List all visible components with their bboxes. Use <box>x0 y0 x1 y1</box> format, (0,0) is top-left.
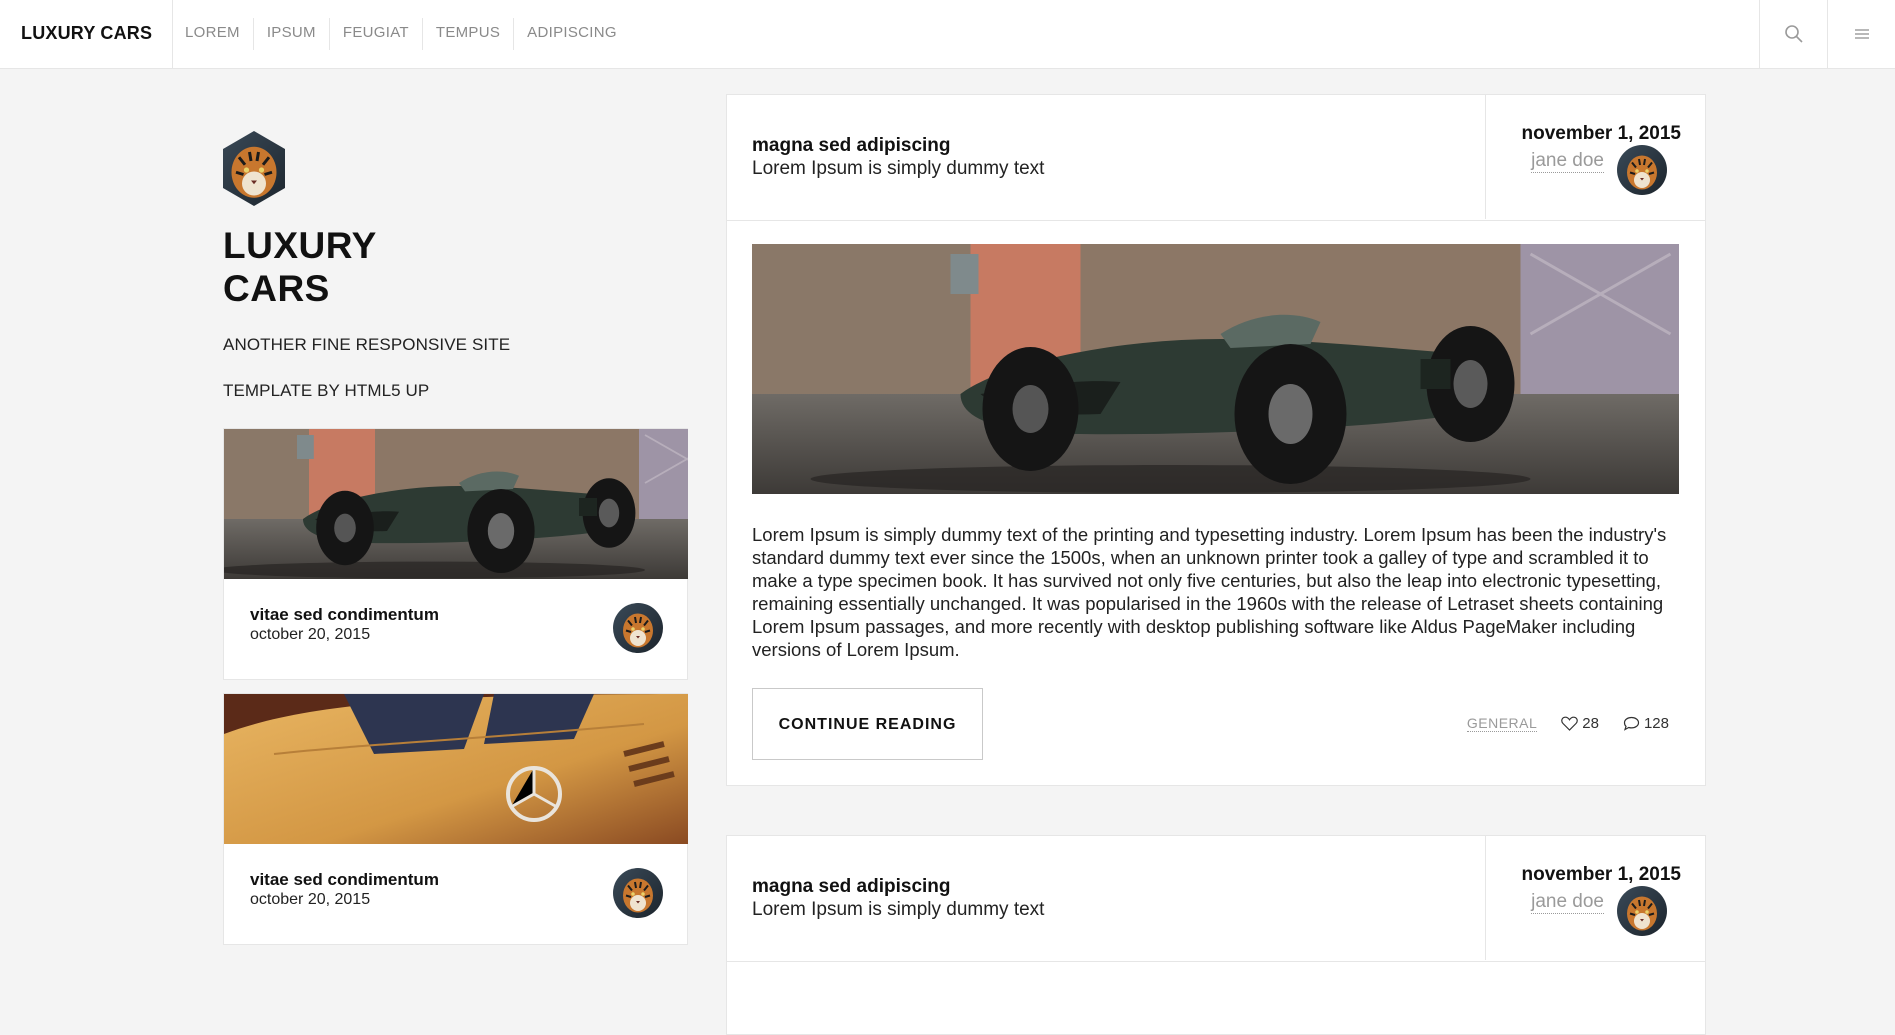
comments-count: 128 <box>1643 715 1669 732</box>
continue-reading-button[interactable]: CONTINUE READING <box>752 688 983 760</box>
comments-counter[interactable]: 128 <box>1623 715 1669 732</box>
search-button[interactable] <box>1759 0 1827 68</box>
post-title[interactable]: magna sed adipiscing <box>752 135 951 157</box>
nav-link-ipsum[interactable]: IPSUM <box>254 18 330 50</box>
author-avatar[interactable] <box>1617 886 1667 936</box>
site-title-line2: CARS <box>223 268 330 309</box>
sidebar-post-image[interactable] <box>224 429 688 579</box>
post-date: november 1, 2015 <box>1521 123 1681 144</box>
post-header: magna sed adipiscing Lorem Ipsum is simp… <box>727 95 1705 221</box>
blog-post: magna sed adipiscing Lorem Ipsum is simp… <box>726 94 1706 786</box>
post-excerpt: Lorem Ipsum is simply dummy text of the … <box>752 524 1667 660</box>
tagline-1: ANOTHER FINE RESPONSIVE SITE <box>223 335 511 354</box>
sidebar-post-card[interactable]: vitae sed condimentum october 20, 2015 <box>223 428 688 680</box>
post-category-link[interactable]: GENERAL <box>1466 715 1538 732</box>
sidebar-post-meta: vitae sed condimentum october 20, 2015 <box>224 579 687 679</box>
menu-icon <box>1854 29 1869 39</box>
nav-link-lorem[interactable]: LOREM <box>172 18 254 50</box>
site-title-line1: LUXURY <box>223 225 377 266</box>
main-nav: LOREM IPSUM FEUGIAT TEMPUS ADIPISCING <box>172 0 630 68</box>
likes-count: 28 <box>1582 715 1599 732</box>
post-subtitle: Lorem Ipsum is simply dummy text <box>752 158 1045 179</box>
search-icon <box>1784 25 1803 43</box>
post-author-link[interactable]: jane doe <box>1531 150 1604 173</box>
post-stats: GENERAL 28 128 <box>1466 715 1669 732</box>
post-header: magna sed adipiscing Lorem Ipsum is simp… <box>727 836 1705 962</box>
sidebar-post-date: october 20, 2015 <box>250 891 371 908</box>
sidebar-post-title[interactable]: vitae sed condimentum <box>250 605 439 625</box>
post-meta: november 1, 2015 jane doe <box>1485 836 1705 960</box>
site-logo-avatar[interactable] <box>223 131 285 206</box>
comment-icon <box>1623 716 1640 731</box>
top-navigation-bar: LUXURY CARS LOREM IPSUM FEUGIAT TEMPUS A… <box>0 0 1895 69</box>
post-meta: november 1, 2015 jane doe <box>1485 95 1705 219</box>
nav-link-adipiscing[interactable]: ADIPISCING <box>514 18 630 50</box>
author-avatar[interactable] <box>613 868 663 918</box>
post-title[interactable]: magna sed adipiscing <box>752 876 951 898</box>
brand-logo-text[interactable]: LUXURY CARS <box>21 0 152 68</box>
post-featured-image[interactable] <box>752 244 1679 494</box>
post-subtitle: Lorem Ipsum is simply dummy text <box>752 899 1045 920</box>
nav-link-feugiat[interactable]: FEUGIAT <box>330 18 423 50</box>
sidebar-post-image[interactable] <box>224 694 688 844</box>
menu-button[interactable] <box>1827 0 1895 68</box>
post-author-link[interactable]: jane doe <box>1531 891 1604 914</box>
tagline-2: TEMPLATE BY HTML5 UP <box>223 381 430 400</box>
sidebar-post-meta: vitae sed condimentum october 20, 2015 <box>224 844 687 944</box>
likes-counter[interactable]: 28 <box>1561 715 1599 732</box>
heart-icon <box>1561 716 1579 731</box>
author-avatar[interactable] <box>613 603 663 653</box>
sidebar-post-date: october 20, 2015 <box>250 626 371 643</box>
author-avatar[interactable] <box>1617 145 1667 195</box>
sidebar-post-title[interactable]: vitae sed condimentum <box>250 870 439 890</box>
sidebar-post-card[interactable]: vitae sed condimentum october 20, 2015 <box>223 693 688 945</box>
blog-post: magna sed adipiscing Lorem Ipsum is simp… <box>726 835 1706 1035</box>
nav-link-tempus[interactable]: TEMPUS <box>423 18 515 50</box>
post-date: november 1, 2015 <box>1521 864 1681 885</box>
site-title: LUXURY CARS <box>223 224 377 310</box>
